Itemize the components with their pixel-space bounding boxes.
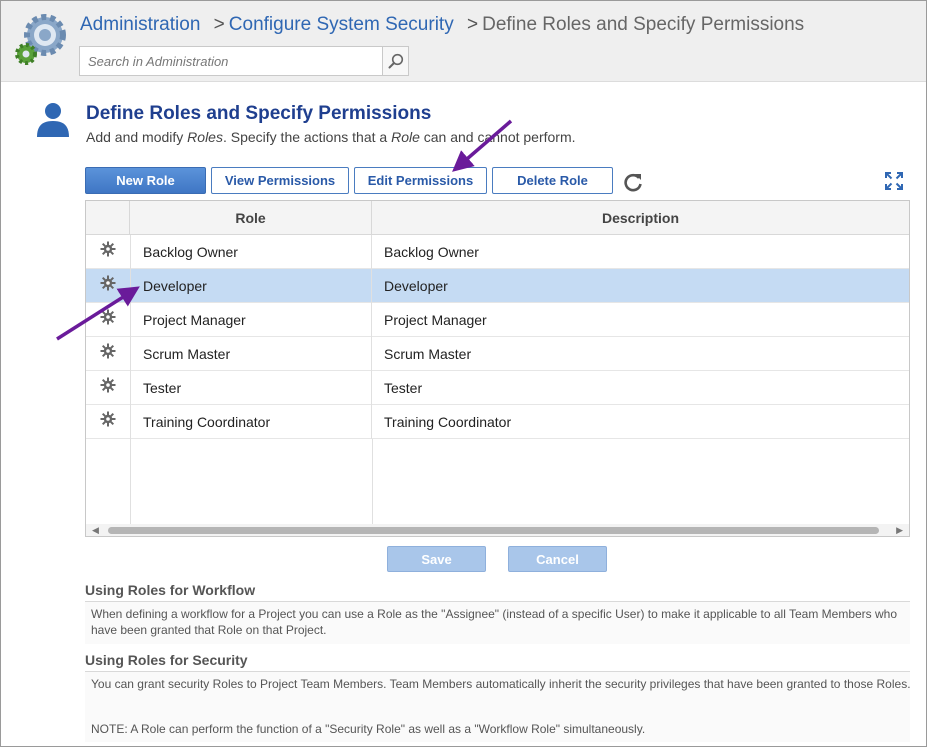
description-cell: Developer: [384, 278, 448, 294]
table-row[interactable]: Developer Developer: [86, 269, 909, 303]
table-row[interactable]: Scrum Master Scrum Master: [86, 337, 909, 371]
search-box: [79, 46, 409, 76]
subtitle-text: . Specify the actions that a: [222, 129, 392, 145]
subtitle-role-term: Roles: [187, 129, 223, 145]
help-security-text: You can grant security Roles to Project …: [91, 677, 911, 691]
column-header-description[interactable]: Description: [372, 201, 909, 234]
refresh-icon[interactable]: [622, 171, 644, 193]
new-role-button[interactable]: New Role: [85, 167, 206, 194]
description-cell: Tester: [384, 380, 423, 396]
breadcrumb: Administration > Configure System Securit…: [80, 14, 804, 36]
column-header-role[interactable]: Role: [130, 201, 372, 234]
subtitle-role-term: Role: [391, 129, 420, 145]
edit-permissions-button[interactable]: Edit Permissions: [354, 167, 487, 194]
description-cell: Training Coordinator: [384, 414, 512, 430]
cancel-button[interactable]: Cancel: [508, 546, 607, 572]
window-frame: Administration > Configure System Securit…: [0, 0, 927, 747]
breadcrumb-administration[interactable]: Administration: [80, 14, 200, 35]
help-workflow-heading: Using Roles for Workflow: [85, 582, 910, 602]
subtitle-text: Add and modify: [86, 129, 188, 145]
scroll-right-icon[interactable]: ▶: [896, 525, 903, 536]
row-gear-icon[interactable]: [86, 371, 130, 405]
role-cell: Developer: [130, 269, 372, 303]
delete-role-button[interactable]: Delete Role: [492, 167, 613, 194]
admin-header: Administration > Configure System Securit…: [1, 1, 926, 82]
horizontal-scrollbar[interactable]: ◀ ▶: [86, 524, 909, 536]
role-cell: Backlog Owner: [130, 235, 372, 269]
role-cell: Training Coordinator: [130, 405, 372, 439]
breadcrumb-current-page: Define Roles and Specify Permissions: [482, 14, 805, 35]
page-title: Define Roles and Specify Permissions: [86, 103, 432, 124]
role-cell: Project Manager: [130, 303, 372, 337]
description-cell: Scrum Master: [384, 346, 472, 362]
role-cell: Tester: [130, 371, 372, 405]
page-subtitle: Add and modify Roles. Specify the action…: [86, 129, 576, 145]
description-cell: Backlog Owner: [384, 244, 479, 260]
row-gear-icon[interactable]: [86, 405, 130, 439]
save-button[interactable]: Save: [387, 546, 486, 572]
search-button[interactable]: [382, 47, 408, 75]
search-icon: [388, 53, 403, 69]
table-row[interactable]: Project Manager Project Manager: [86, 303, 909, 337]
row-gear-icon[interactable]: [86, 337, 130, 371]
role-cell: Scrum Master: [130, 337, 372, 371]
scroll-left-icon[interactable]: ◀: [92, 525, 99, 536]
scrollbar-thumb[interactable]: [108, 527, 879, 534]
table-row[interactable]: Tester Tester: [86, 371, 909, 405]
table-row[interactable]: Backlog Owner Backlog Owner: [86, 235, 909, 269]
admin-gear-icon: [15, 14, 66, 65]
breadcrumb-separator: >: [213, 14, 225, 35]
grid-header: Role Description: [86, 201, 909, 235]
description-cell: Project Manager: [384, 312, 487, 328]
help-security-heading: Using Roles for Security: [85, 652, 910, 672]
expand-icon[interactable]: [885, 172, 903, 190]
row-gear-icon[interactable]: [86, 269, 130, 303]
search-input[interactable]: [80, 47, 384, 75]
breadcrumb-configure-system-security[interactable]: Configure System Security: [229, 14, 454, 35]
column-divider: [372, 439, 373, 525]
table-row[interactable]: Training Coordinator Training Coordinator: [86, 405, 909, 439]
row-gear-icon[interactable]: [86, 303, 130, 337]
help-workflow-text: When defining a workflow for a Project y…: [91, 607, 898, 637]
subtitle-text: can and cannot perform.: [419, 129, 576, 145]
column-divider: [130, 439, 131, 525]
column-header-actions: [86, 201, 130, 234]
row-gear-icon[interactable]: [86, 235, 130, 269]
roles-grid: Role Description Backlog Owner Backlog Ow…: [85, 200, 910, 537]
user-icon: [37, 103, 69, 137]
help-note-text: NOTE: A Role can perform the function of…: [91, 722, 646, 736]
breadcrumb-separator: >: [466, 14, 479, 35]
view-permissions-button[interactable]: View Permissions: [211, 167, 349, 194]
